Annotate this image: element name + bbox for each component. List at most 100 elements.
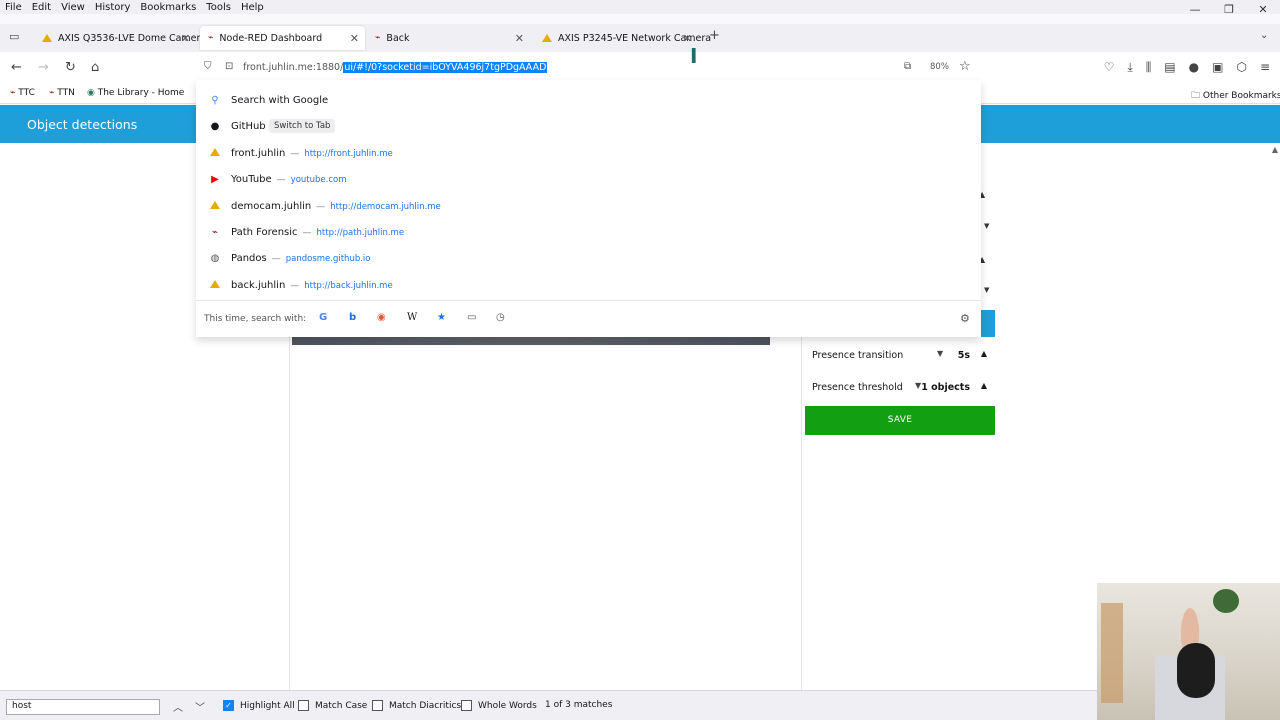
suggestion-front-juhlin[interactable]: front.juhlin — http://front.juhlin.me <box>196 140 981 166</box>
checkbox-checked: ✓ <box>223 700 234 711</box>
wikipedia-icon[interactable]: W <box>407 312 417 323</box>
search-icon: ⚲ <box>211 94 219 106</box>
restore-button[interactable]: ❐ <box>1212 0 1246 20</box>
gear-icon[interactable]: ⚙ <box>960 312 970 325</box>
url-bar[interactable]: ⛉ ⊡ front.juhlin.me:1880/ui/#!/0?socketi… <box>196 56 981 80</box>
suggestion-name: Pandos <box>231 252 267 264</box>
save-button[interactable]: SAVE <box>805 406 995 435</box>
find-input[interactable]: host <box>6 699 160 715</box>
tab-label: Node-RED Dashboard <box>219 32 323 44</box>
page-info-icon[interactable]: ⊡ <box>225 61 233 72</box>
menu-view[interactable]: View <box>56 2 90 13</box>
menu-edit[interactable]: Edit <box>27 2 56 13</box>
tabs-icon[interactable]: ▭ <box>467 312 476 323</box>
zoom-level[interactable]: 80% <box>930 62 949 72</box>
menu-help[interactable]: Help <box>236 2 269 13</box>
bookmarks-icon[interactable]: ★ <box>437 312 446 323</box>
duckduckgo-icon[interactable]: ◉ <box>377 312 386 323</box>
suggestion-title: Path Forensic — http://path.juhlin.me <box>231 226 405 238</box>
find-next-icon[interactable]: ﹀ <box>195 699 205 714</box>
whole-words-checkbox[interactable]: Whole Words <box>461 700 537 711</box>
menu-bookmarks[interactable]: Bookmarks <box>135 2 201 13</box>
chevron-up-icon[interactable]: ▲ <box>981 349 987 358</box>
suggestion-youtube[interactable]: ▶ YouTube — youtube.com <box>196 166 981 192</box>
tab-back[interactable]: ⌁ Back ✕ <box>367 26 530 50</box>
bookmark-star-icon[interactable]: ☆ <box>959 59 971 74</box>
close-window-button[interactable]: ✕ <box>1246 0 1280 20</box>
suggestion-title: GitHub <box>231 120 266 132</box>
account-icon[interactable]: ● <box>1189 60 1199 75</box>
forward-arrow-icon[interactable]: → <box>38 60 49 75</box>
highlight-all-checkbox[interactable]: ✓ Highlight All <box>223 700 295 711</box>
bookmark-ttn[interactable]: ⌁ TTN <box>49 88 75 98</box>
suggestion-name: democam.juhlin <box>231 200 312 212</box>
bing-icon[interactable]: b <box>349 312 356 323</box>
tab-label: Back <box>386 32 410 44</box>
find-previous-icon[interactable]: ︿ <box>173 699 183 714</box>
close-tab-icon[interactable]: ✕ <box>515 32 524 45</box>
suggestion-democam-juhlin[interactable]: democam.juhlin — http://democam.juhlin.me <box>196 193 981 219</box>
globe-icon: ◍ <box>210 252 220 264</box>
setting-presence-transition[interactable]: Presence transition ▼ 5s ▲ <box>805 342 995 370</box>
suggestion-github[interactable]: ● GitHub Switch to Tab <box>196 113 981 139</box>
tab-axis-q3536[interactable]: AXIS Q3536-LVE Dome Camera ✕ <box>34 26 206 50</box>
suggestion-search-google[interactable]: ⚲ Search with Google <box>196 87 981 113</box>
extensions-puzzle-icon[interactable]: ⬡ <box>1236 60 1246 75</box>
setting-presence-threshold[interactable]: Presence threshold ▼ 1 objects ▲ <box>805 374 995 402</box>
dropdown-chevron-icon[interactable]: ▼ <box>937 349 943 358</box>
dropdown-chevron-icon[interactable]: ▼ <box>915 381 921 390</box>
tab-axis-p3245[interactable]: AXIS P3245-VE Network Camera ✕ <box>534 26 711 50</box>
menu-tools[interactable]: Tools <box>201 2 236 13</box>
match-case-checkbox[interactable]: Match Case <box>298 700 367 711</box>
checkbox-label: Match Case <box>315 700 368 711</box>
minimize-button[interactable]: — <box>1178 0 1212 20</box>
picture-in-picture-icon[interactable]: ⧉ <box>904 61 911 72</box>
scroll-up-icon[interactable]: ▲ <box>1272 145 1278 154</box>
suggestion-pandos[interactable]: ◍ Pandos — pandosme.github.io <box>196 245 981 271</box>
chevron-down-icon[interactable]: ▼ <box>984 222 989 230</box>
suggestion-path-forensic[interactable]: ⌁ Path Forensic — http://path.juhlin.me <box>196 219 981 245</box>
menu-hamburger-icon[interactable]: ≡ <box>1260 60 1270 75</box>
github-icon: ● <box>210 120 220 132</box>
menu-file[interactable]: File <box>0 2 27 13</box>
setting-value: 5s <box>957 350 970 361</box>
close-tab-icon[interactable]: ✕ <box>350 32 359 45</box>
match-diacritics-checkbox[interactable]: Match Diacritics <box>372 700 461 711</box>
menu-history[interactable]: History <box>90 2 136 13</box>
chevron-up-icon[interactable]: ▲ <box>981 381 987 390</box>
dashboard-title: Object detections <box>27 117 138 132</box>
button-edge[interactable] <box>980 310 995 337</box>
tab-overview-icon[interactable]: ▭ <box>9 30 19 43</box>
library-icon[interactable]: ⫼ <box>1146 60 1152 75</box>
bookmark-ttc[interactable]: ⌁ TTC <box>10 88 35 98</box>
suggestion-name: Path Forensic <box>231 226 298 238</box>
checkbox <box>372 700 383 711</box>
bookmark-label: TTN <box>57 88 75 98</box>
pocket-icon[interactable]: ♡ <box>1104 60 1115 75</box>
download-icon[interactable]: ⤓ <box>1127 60 1132 75</box>
bookmark-label: TTC <box>18 88 35 98</box>
chevron-down-icon[interactable]: ▼ <box>984 286 989 294</box>
close-tab-icon[interactable]: ✕ <box>683 32 692 45</box>
folder-icon: 🗀 <box>1191 91 1203 101</box>
extension-icon[interactable]: ▣ <box>1212 60 1223 75</box>
home-icon[interactable]: ⌂ <box>91 60 99 75</box>
axis-icon <box>208 147 222 159</box>
youtube-icon: ▶ <box>211 173 219 185</box>
back-arrow-icon[interactable]: ← <box>11 60 22 75</box>
tab-node-red-dashboard[interactable]: ⌁ Node-RED Dashboard ✕ <box>200 26 365 50</box>
setting-label: Presence threshold <box>812 382 903 393</box>
reload-icon[interactable]: ↻ <box>65 60 76 75</box>
bookmark-library[interactable]: ◉ The Library - Home <box>87 88 184 98</box>
new-tab-button[interactable]: + <box>709 28 720 43</box>
close-tab-icon[interactable]: ✕ <box>181 32 190 45</box>
google-icon[interactable]: G <box>319 312 327 323</box>
shield-icon[interactable]: ⛉ <box>204 61 212 72</box>
list-tabs-chevron-icon[interactable]: ⌄ <box>1260 30 1268 41</box>
other-bookmarks[interactable]: 🗀 Other Bookmarks <box>1191 88 1280 104</box>
sidebar-icon[interactable]: ▤ <box>1164 60 1175 75</box>
history-icon[interactable]: ◷ <box>496 312 505 323</box>
suggestion-title: democam.juhlin — http://democam.juhlin.me <box>231 200 441 212</box>
suggestion-back-juhlin[interactable]: back.juhlin — http://back.juhlin.me <box>196 272 981 298</box>
url-text[interactable]: front.juhlin.me:1880/ui/#!/0?socketid=ib… <box>243 62 548 73</box>
